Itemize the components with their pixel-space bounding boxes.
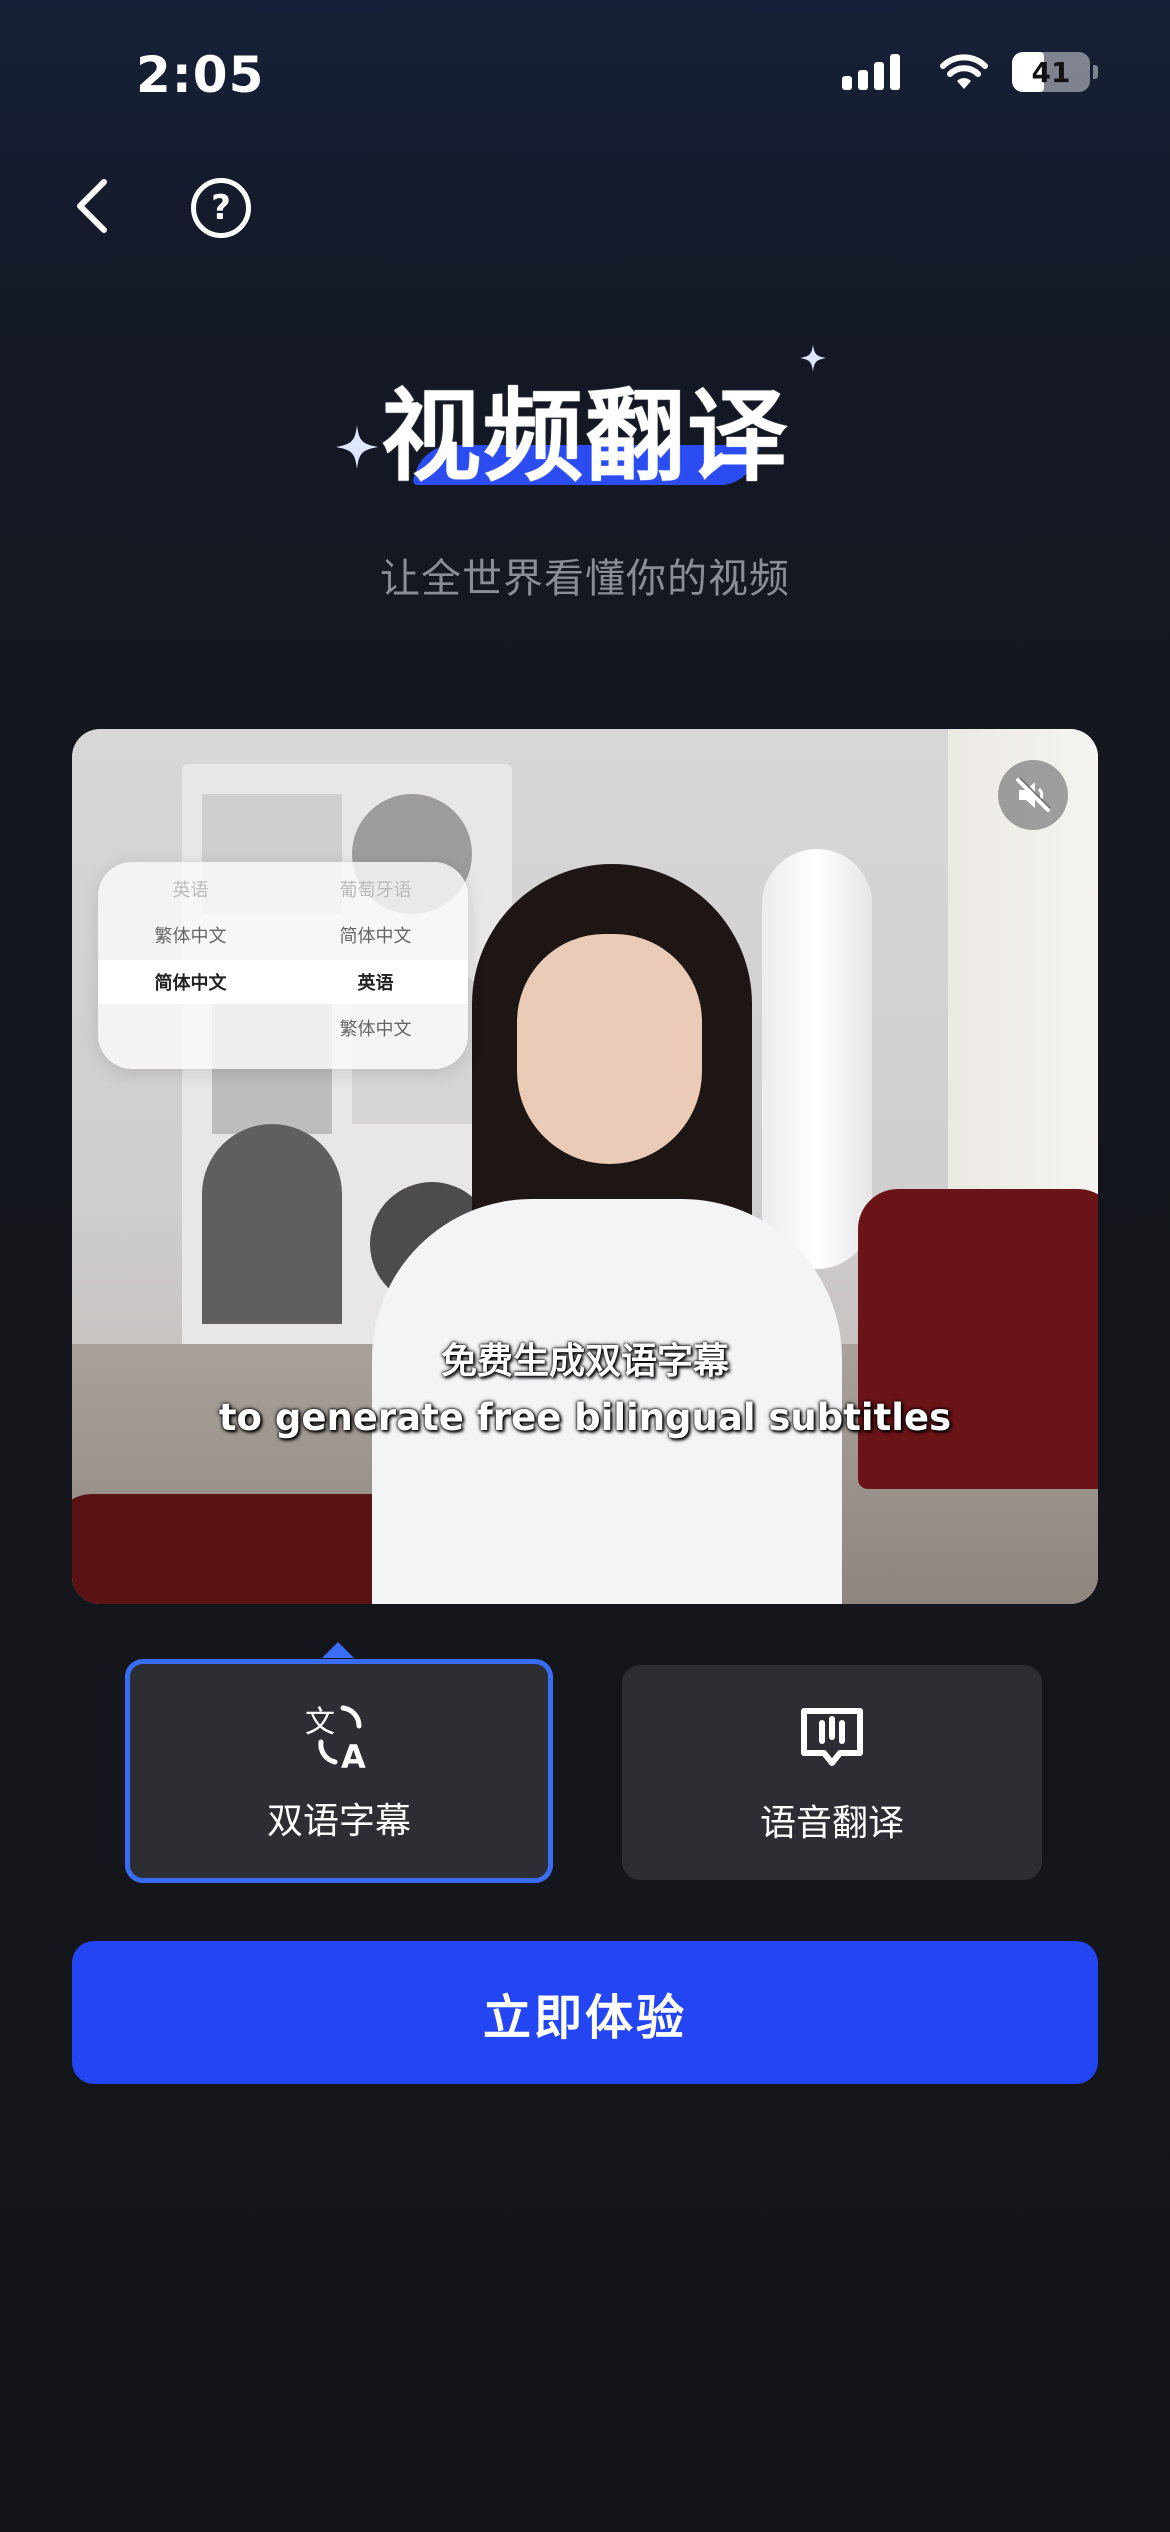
- language-row: 繁体中文 简体中文: [154, 926, 412, 947]
- language-row: 繁体中文: [339, 1019, 412, 1040]
- status-time: 2:05: [136, 46, 265, 104]
- sparkle-icon-right: [800, 344, 826, 372]
- mute-button[interactable]: [998, 760, 1068, 830]
- video-preview[interactable]: 英语 葡萄牙语 繁体中文 简体中文 简体中文 英语 繁体中文 免费生成双语字幕 …: [72, 729, 1098, 1604]
- page-title: 视频翻译: [381, 378, 789, 495]
- question-mark-icon: ?: [211, 188, 231, 228]
- back-button[interactable]: [66, 176, 126, 236]
- floor-lamp: [762, 849, 872, 1269]
- wifi-icon: [940, 54, 988, 89]
- sparkle-icon-left: [336, 425, 378, 469]
- mode-voice-translation[interactable]: 语音翻译: [622, 1665, 1042, 1880]
- status-bar: 2:05 41: [0, 0, 1170, 150]
- battery-level: 41: [1031, 55, 1071, 89]
- language-row: 英语 葡萄牙语: [172, 880, 412, 901]
- help-button[interactable]: ?: [191, 178, 251, 238]
- svg-text:文: 文: [305, 1705, 335, 1740]
- battery-icon: 41: [1012, 52, 1098, 92]
- selection-pointer: [322, 1642, 354, 1658]
- presenter-face: [517, 934, 702, 1164]
- mode-label: 语音翻译: [759, 1802, 904, 1844]
- svg-text:A: A: [341, 1738, 366, 1774]
- page-subtitle: 让全世界看懂你的视频: [380, 556, 790, 602]
- mode-label: 双语字幕: [266, 1801, 411, 1842]
- language-panel: 英语 葡萄牙语 繁体中文 简体中文 简体中文 英语 繁体中文: [98, 862, 468, 1069]
- speaker-muted-icon: [1016, 777, 1051, 812]
- cellular-signal-icon: [842, 54, 916, 90]
- subtitle-english: to generate free bilingual subtitles: [218, 1396, 952, 1439]
- sofa: [72, 1494, 412, 1604]
- translate-icon: 文 A: [301, 1698, 377, 1774]
- voice-message-icon: [794, 1700, 870, 1776]
- status-icons: 41: [842, 52, 1098, 92]
- chevron-left-icon: [77, 179, 107, 233]
- try-now-button[interactable]: 立即体验: [72, 1941, 1098, 2084]
- subtitle-chinese: 免费生成双语字幕: [440, 1341, 729, 1382]
- mode-bilingual-subtitles[interactable]: 文 A 双语字幕: [125, 1659, 553, 1883]
- language-row-active: 简体中文 英语: [98, 960, 468, 1004]
